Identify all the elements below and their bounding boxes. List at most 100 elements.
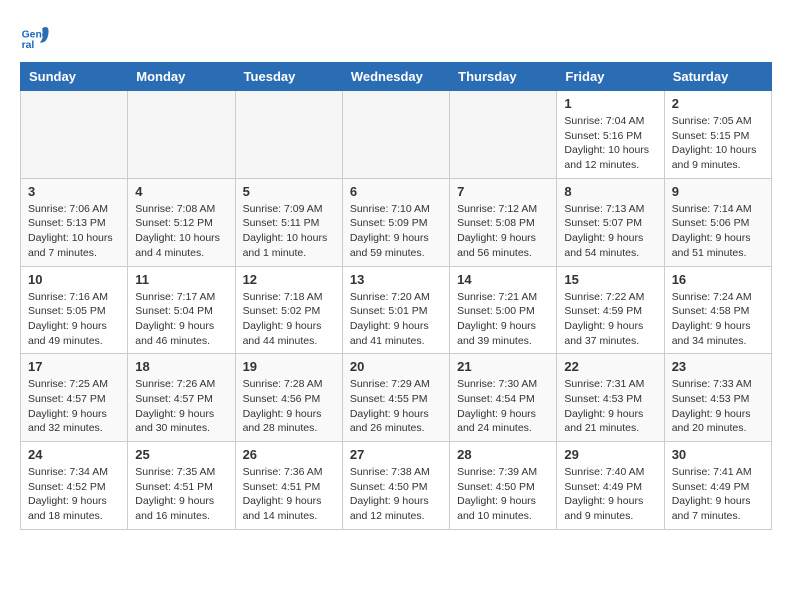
day-info: Sunrise: 7:35 AM Sunset: 4:51 PM Dayligh… [135, 465, 227, 524]
calendar-cell: 19Sunrise: 7:28 AM Sunset: 4:56 PM Dayli… [235, 354, 342, 442]
col-wednesday: Wednesday [342, 63, 449, 91]
calendar-cell: 22 Sunrise: 7:31 AM Sunset: 4:53 PM Dayli… [557, 354, 664, 442]
day-number: 2 [672, 96, 764, 111]
calendar-cell: 1Sunrise: 7:04 AM Sunset: 5:16 PM Daylig… [557, 91, 664, 179]
calendar-cell: 7 Sunrise: 7:12 AM Sunset: 5:08 PM Daylig… [450, 178, 557, 266]
calendar-cell: 3 Sunrise: 7:06 AM Sunset: 5:13 PM Daylig… [21, 178, 128, 266]
day-info: Sunrise: 7:22 AM Sunset: 4:59 PM Dayligh… [564, 290, 656, 349]
day-info: Sunrise: 7:16 AM Sunset: 5:05 PM Dayligh… [28, 290, 120, 349]
col-friday: Friday [557, 63, 664, 91]
day-info: Sunrise: 7:38 AM Sunset: 4:50 PM Dayligh… [350, 465, 442, 524]
calendar-cell: 18 Sunrise: 7:26 AM Sunset: 4:57 PM Dayli… [128, 354, 235, 442]
day-number: 24 [28, 447, 120, 462]
calendar-table: Sunday Monday Tuesday Wednesday Thursday… [20, 62, 772, 530]
col-saturday: Saturday [664, 63, 771, 91]
day-number: 12 [243, 272, 335, 287]
day-number: 22 [564, 359, 656, 374]
day-number: 14 [457, 272, 549, 287]
calendar-cell: 29 Sunrise: 7:40 AM Sunset: 4:49 PM Dayli… [557, 442, 664, 530]
day-number: 26 [243, 447, 335, 462]
calendar-cell: 9 Sunrise: 7:14 AM Sunset: 5:06 PM Daylig… [664, 178, 771, 266]
calendar-cell: 28 Sunrise: 7:39 AM Sunset: 4:50 PM Dayli… [450, 442, 557, 530]
day-info: Sunrise: 7:24 AM Sunset: 4:58 PM Dayligh… [672, 290, 764, 349]
day-info: Sunrise: 7:33 AM Sunset: 4:53 PM Dayligh… [672, 377, 764, 436]
day-info: Sunrise: 7:09 AM Sunset: 5:11 PM Dayligh… [243, 202, 335, 261]
day-info: Sunrise: 7:08 AM Sunset: 5:12 PM Dayligh… [135, 202, 227, 261]
calendar-cell: 30 Sunrise: 7:41 AM Sunset: 4:49 PM Dayli… [664, 442, 771, 530]
calendar-cell: 27 Sunrise: 7:38 AM Sunset: 4:50 PM Dayli… [342, 442, 449, 530]
col-thursday: Thursday [450, 63, 557, 91]
calendar-cell: 17 Sunrise: 7:25 AM Sunset: 4:57 PM Dayli… [21, 354, 128, 442]
calendar-cell [235, 91, 342, 179]
day-number: 30 [672, 447, 764, 462]
day-number: 20 [350, 359, 442, 374]
day-number: 6 [350, 184, 442, 199]
day-info: Sunrise: 7:26 AM Sunset: 4:57 PM Dayligh… [135, 377, 227, 436]
calendar-cell [342, 91, 449, 179]
day-info: Sunrise: 7:06 AM Sunset: 5:13 PM Dayligh… [28, 202, 120, 261]
day-info: Sunrise: 7:05 AM Sunset: 5:15 PM Dayligh… [672, 114, 764, 173]
calendar-cell: 8 Sunrise: 7:13 AM Sunset: 5:07 PM Daylig… [557, 178, 664, 266]
svg-text:ral: ral [22, 40, 35, 51]
calendar-cell [128, 91, 235, 179]
day-info: Sunrise: 7:14 AM Sunset: 5:06 PM Dayligh… [672, 202, 764, 261]
logo: Gene ral [20, 20, 54, 52]
day-number: 21 [457, 359, 549, 374]
day-info: Sunrise: 7:34 AM Sunset: 4:52 PM Dayligh… [28, 465, 120, 524]
calendar-header: Sunday Monday Tuesday Wednesday Thursday… [21, 63, 772, 91]
day-number: 9 [672, 184, 764, 199]
calendar-cell [21, 91, 128, 179]
calendar-cell: 21 Sunrise: 7:30 AM Sunset: 4:54 PM Dayli… [450, 354, 557, 442]
day-info: Sunrise: 7:30 AM Sunset: 4:54 PM Dayligh… [457, 377, 549, 436]
calendar-cell: 12 Sunrise: 7:18 AM Sunset: 5:02 PM Dayli… [235, 266, 342, 354]
day-info: Sunrise: 7:20 AM Sunset: 5:01 PM Dayligh… [350, 290, 442, 349]
calendar-cell: 2 Sunrise: 7:05 AM Sunset: 5:15 PM Daylig… [664, 91, 771, 179]
day-info: Sunrise: 7:12 AM Sunset: 5:08 PM Dayligh… [457, 202, 549, 261]
day-number: 5 [243, 184, 335, 199]
day-number: 16 [672, 272, 764, 287]
day-number: 15 [564, 272, 656, 287]
day-number: 29 [564, 447, 656, 462]
day-number: 8 [564, 184, 656, 199]
logo-icon: Gene ral [20, 20, 52, 52]
day-number: 23 [672, 359, 764, 374]
calendar-body: 1Sunrise: 7:04 AM Sunset: 5:16 PM Daylig… [21, 91, 772, 530]
calendar-cell: 16 Sunrise: 7:24 AM Sunset: 4:58 PM Dayli… [664, 266, 771, 354]
col-tuesday: Tuesday [235, 63, 342, 91]
day-number: 7 [457, 184, 549, 199]
day-info: Sunrise: 7:29 AM Sunset: 4:55 PM Dayligh… [350, 377, 442, 436]
calendar-cell: 23 Sunrise: 7:33 AM Sunset: 4:53 PM Dayli… [664, 354, 771, 442]
day-number: 28 [457, 447, 549, 462]
day-info: Sunrise: 7:25 AM Sunset: 4:57 PM Dayligh… [28, 377, 120, 436]
calendar-cell: 6 Sunrise: 7:10 AM Sunset: 5:09 PM Daylig… [342, 178, 449, 266]
day-info: Sunrise: 7:36 AM Sunset: 4:51 PM Dayligh… [243, 465, 335, 524]
calendar-cell: 14 Sunrise: 7:21 AM Sunset: 5:00 PM Dayli… [450, 266, 557, 354]
day-info: Sunrise: 7:21 AM Sunset: 5:00 PM Dayligh… [457, 290, 549, 349]
day-info: Sunrise: 7:39 AM Sunset: 4:50 PM Dayligh… [457, 465, 549, 524]
day-number: 17 [28, 359, 120, 374]
day-number: 13 [350, 272, 442, 287]
day-number: 4 [135, 184, 227, 199]
calendar-cell: 10 Sunrise: 7:16 AM Sunset: 5:05 PM Dayli… [21, 266, 128, 354]
day-info: Sunrise: 7:31 AM Sunset: 4:53 PM Dayligh… [564, 377, 656, 436]
day-number: 27 [350, 447, 442, 462]
col-sunday: Sunday [21, 63, 128, 91]
page-header: Gene ral [20, 20, 772, 52]
day-info: Sunrise: 7:28 AM Sunset: 4:56 PM Dayligh… [243, 377, 335, 436]
day-info: Sunrise: 7:41 AM Sunset: 4:49 PM Dayligh… [672, 465, 764, 524]
day-info: Sunrise: 7:40 AM Sunset: 4:49 PM Dayligh… [564, 465, 656, 524]
day-info: Sunrise: 7:18 AM Sunset: 5:02 PM Dayligh… [243, 290, 335, 349]
day-number: 10 [28, 272, 120, 287]
calendar-cell: 15 Sunrise: 7:22 AM Sunset: 4:59 PM Dayli… [557, 266, 664, 354]
col-monday: Monday [128, 63, 235, 91]
calendar-cell: 25Sunrise: 7:35 AM Sunset: 4:51 PM Dayli… [128, 442, 235, 530]
day-number: 18 [135, 359, 227, 374]
calendar-cell: 4 Sunrise: 7:08 AM Sunset: 5:12 PM Daylig… [128, 178, 235, 266]
calendar-cell: 20 Sunrise: 7:29 AM Sunset: 4:55 PM Dayli… [342, 354, 449, 442]
calendar-cell: 11Sunrise: 7:17 AM Sunset: 5:04 PM Dayli… [128, 266, 235, 354]
day-number: 3 [28, 184, 120, 199]
calendar-cell: 5 Sunrise: 7:09 AM Sunset: 5:11 PM Daylig… [235, 178, 342, 266]
day-info: Sunrise: 7:13 AM Sunset: 5:07 PM Dayligh… [564, 202, 656, 261]
calendar-cell [450, 91, 557, 179]
day-info: Sunrise: 7:10 AM Sunset: 5:09 PM Dayligh… [350, 202, 442, 261]
